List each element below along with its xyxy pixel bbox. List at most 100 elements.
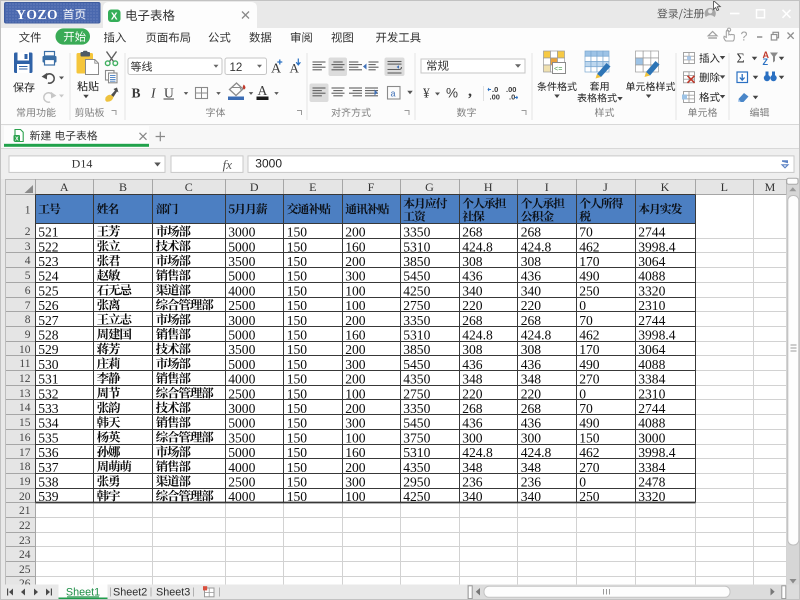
svg-text:424.8: 424.8 xyxy=(462,328,493,343)
svg-text:5450: 5450 xyxy=(403,357,430,372)
svg-text:250: 250 xyxy=(579,489,600,504)
svg-text:100: 100 xyxy=(345,283,366,298)
svg-text:3000: 3000 xyxy=(228,401,255,416)
svg-text:D: D xyxy=(250,180,259,194)
svg-text:424.8: 424.8 xyxy=(521,239,552,254)
svg-text:525: 525 xyxy=(38,283,59,298)
svg-text:522: 522 xyxy=(38,239,59,254)
svg-text:150: 150 xyxy=(579,430,600,445)
svg-text:150: 150 xyxy=(287,239,308,254)
svg-text:3064: 3064 xyxy=(638,254,665,269)
svg-text:3320: 3320 xyxy=(638,283,665,298)
svg-text:4088: 4088 xyxy=(638,269,665,284)
svg-text:fx: fx xyxy=(223,157,233,172)
svg-text:532: 532 xyxy=(38,386,59,401)
svg-text:300: 300 xyxy=(345,269,366,284)
svg-text:5310: 5310 xyxy=(403,239,430,254)
svg-text:523: 523 xyxy=(38,254,59,269)
svg-text:535: 535 xyxy=(38,430,59,445)
svg-text:4350: 4350 xyxy=(403,460,430,475)
svg-text:150: 150 xyxy=(287,313,308,328)
svg-text:300: 300 xyxy=(345,416,366,431)
svg-text:300: 300 xyxy=(462,430,483,445)
svg-text:150: 150 xyxy=(287,283,308,298)
svg-text:C: C xyxy=(185,180,193,194)
svg-text:348: 348 xyxy=(462,460,483,475)
svg-text:5310: 5310 xyxy=(403,328,430,343)
svg-text:11: 11 xyxy=(19,358,30,370)
svg-text:340: 340 xyxy=(521,283,542,298)
svg-text:3350: 3350 xyxy=(403,313,430,328)
svg-text:490: 490 xyxy=(579,416,600,431)
svg-text:150: 150 xyxy=(287,225,308,240)
svg-text:3384: 3384 xyxy=(638,372,665,387)
svg-text:a: a xyxy=(391,89,396,99)
svg-text:X: X xyxy=(111,12,118,23)
svg-text:348: 348 xyxy=(521,460,542,475)
svg-text:462: 462 xyxy=(579,328,600,343)
svg-text:3: 3 xyxy=(25,241,31,253)
svg-text:5450: 5450 xyxy=(403,416,430,431)
svg-text:5000: 5000 xyxy=(228,445,255,460)
svg-text:23: 23 xyxy=(19,535,31,547)
svg-text:300: 300 xyxy=(345,357,366,372)
svg-text:220: 220 xyxy=(462,298,483,313)
svg-text:200: 200 xyxy=(345,401,366,416)
svg-text:2500: 2500 xyxy=(228,386,255,401)
svg-text:2478: 2478 xyxy=(638,475,665,490)
svg-text:2: 2 xyxy=(25,226,31,238)
svg-text:3850: 3850 xyxy=(403,254,430,269)
svg-text:536: 536 xyxy=(38,445,59,460)
svg-text:150: 150 xyxy=(287,416,308,431)
svg-text:0: 0 xyxy=(579,386,586,401)
svg-text:268: 268 xyxy=(521,313,542,328)
svg-text:3500: 3500 xyxy=(228,430,255,445)
svg-text:D14: D14 xyxy=(72,157,93,171)
svg-text:539: 539 xyxy=(38,489,59,504)
svg-text:2744: 2744 xyxy=(638,313,665,328)
svg-text:0: 0 xyxy=(579,298,586,313)
svg-text:M: M xyxy=(765,180,776,194)
svg-text:3350: 3350 xyxy=(403,225,430,240)
svg-text:3998.4: 3998.4 xyxy=(638,445,676,460)
svg-text:150: 150 xyxy=(287,401,308,416)
svg-text:100: 100 xyxy=(345,386,366,401)
svg-text:424.8: 424.8 xyxy=(521,328,552,343)
svg-text:268: 268 xyxy=(521,401,542,416)
svg-text:?: ? xyxy=(741,30,748,44)
svg-text:3500: 3500 xyxy=(228,254,255,269)
svg-text:2310: 2310 xyxy=(638,386,665,401)
svg-text:537: 537 xyxy=(38,460,59,475)
svg-text:18: 18 xyxy=(19,461,31,473)
svg-text:4000: 4000 xyxy=(228,489,255,504)
svg-text:340: 340 xyxy=(521,489,542,504)
svg-text:1: 1 xyxy=(25,205,31,217)
svg-text:250: 250 xyxy=(579,283,600,298)
svg-text:Sheet3: Sheet3 xyxy=(156,586,190,598)
svg-text:150: 150 xyxy=(287,372,308,387)
svg-text:436: 436 xyxy=(462,357,483,372)
svg-text:528: 528 xyxy=(38,328,59,343)
svg-text:5: 5 xyxy=(25,270,31,282)
svg-text:4: 4 xyxy=(25,255,31,267)
svg-text:308: 308 xyxy=(521,342,542,357)
svg-text:3350: 3350 xyxy=(403,401,430,416)
svg-text:H: H xyxy=(484,180,493,194)
svg-text:5450: 5450 xyxy=(403,269,430,284)
svg-text:9: 9 xyxy=(25,329,31,341)
svg-text:170: 170 xyxy=(579,254,600,269)
svg-text:70: 70 xyxy=(579,401,593,416)
svg-text:150: 150 xyxy=(287,269,308,284)
svg-text:L: L xyxy=(721,180,728,194)
svg-text:160: 160 xyxy=(345,239,366,254)
svg-text:424.8: 424.8 xyxy=(521,445,552,460)
svg-text:529: 529 xyxy=(38,342,59,357)
svg-text:524: 524 xyxy=(38,269,59,284)
svg-text:220: 220 xyxy=(521,386,542,401)
svg-text:526: 526 xyxy=(38,298,59,313)
svg-text:3000: 3000 xyxy=(228,313,255,328)
svg-text:200: 200 xyxy=(345,342,366,357)
svg-text:300: 300 xyxy=(345,475,366,490)
svg-text:200: 200 xyxy=(345,254,366,269)
svg-text:521: 521 xyxy=(38,225,58,240)
